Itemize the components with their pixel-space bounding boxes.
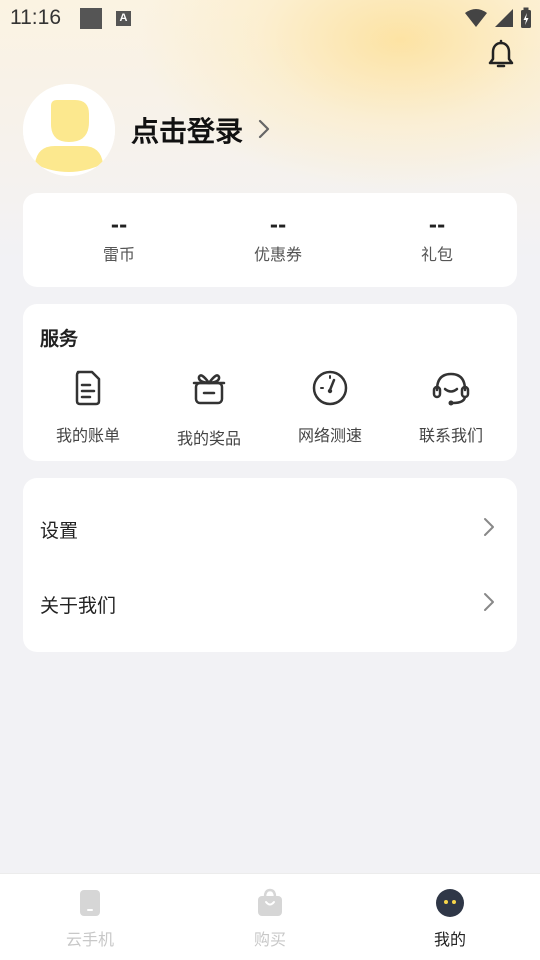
menu-item-about-us[interactable]: 关于我们 <box>23 573 517 633</box>
login-link[interactable]: 点击登录 <box>131 110 243 150</box>
bottom-tab-bar: 云手机 购买 我的 <box>0 873 540 960</box>
services-card: 服务 我的账单 我的奖品 网络测速 联系我们 <box>23 304 517 461</box>
avatar[interactable] <box>23 84 115 176</box>
stat-value: -- <box>428 213 446 237</box>
prize-icon <box>192 374 226 405</box>
stat-value: -- <box>110 213 128 237</box>
tab-label: 购买 <box>253 930 286 949</box>
service-my-bill[interactable]: 我的账单 <box>33 368 143 446</box>
tab-buy[interactable]: 购买 <box>210 888 330 950</box>
service-contact-us[interactable]: 联系我们 <box>396 368 506 446</box>
stat-coins[interactable]: -- 雷币 <box>59 213 179 265</box>
service-label: 我的奖品 <box>176 429 241 448</box>
tab-label: 云手机 <box>65 930 114 949</box>
menu-card: 设置 关于我们 <box>23 478 517 652</box>
service-label: 我的账单 <box>55 426 120 445</box>
tab-cloud-phone[interactable]: 云手机 <box>30 888 150 950</box>
profile-face-icon <box>436 889 464 917</box>
stat-gifts[interactable]: -- 礼包 <box>377 213 497 265</box>
chevron-right-icon[interactable] <box>256 118 272 140</box>
chevron-right-icon <box>484 518 494 536</box>
notification-icon <box>80 8 102 29</box>
bill-icon <box>75 370 101 406</box>
service-label: 联系我们 <box>418 426 483 445</box>
tab-label: 我的 <box>433 930 466 949</box>
stat-coupons[interactable]: -- 优惠券 <box>218 213 338 265</box>
speedometer-icon <box>312 370 348 406</box>
notification-bell-icon[interactable] <box>485 39 517 71</box>
services-title: 服务 <box>40 328 79 350</box>
wifi-icon <box>465 9 487 27</box>
chevron-right-icon <box>484 593 494 611</box>
stat-value: -- <box>269 213 287 237</box>
battery-icon <box>521 7 531 28</box>
stat-label: 礼包 <box>420 245 453 264</box>
menu-label: 设置 <box>40 520 79 542</box>
service-my-prizes[interactable]: 我的奖品 <box>154 368 264 449</box>
status-icons <box>464 6 532 30</box>
status-time: 11:16 <box>10 6 61 29</box>
stats-card: -- 雷币 -- 优惠券 -- 礼包 <box>23 193 517 287</box>
default-avatar-icon <box>23 84 115 176</box>
shopping-bag-icon <box>258 888 282 916</box>
keyboard-notification-icon: A <box>116 11 131 26</box>
stat-label: 雷币 <box>102 245 135 264</box>
service-speed-test[interactable]: 网络测速 <box>275 368 385 446</box>
stat-label: 优惠券 <box>253 245 302 264</box>
status-bar: 11:16 A <box>0 0 540 36</box>
signal-icon <box>495 9 513 27</box>
headset-icon <box>432 372 470 406</box>
menu-item-settings[interactable]: 设置 <box>23 498 517 558</box>
tab-mine[interactable]: 我的 <box>390 888 510 950</box>
service-label: 网络测速 <box>297 426 362 445</box>
menu-label: 关于我们 <box>40 595 117 617</box>
phone-icon <box>80 890 100 916</box>
